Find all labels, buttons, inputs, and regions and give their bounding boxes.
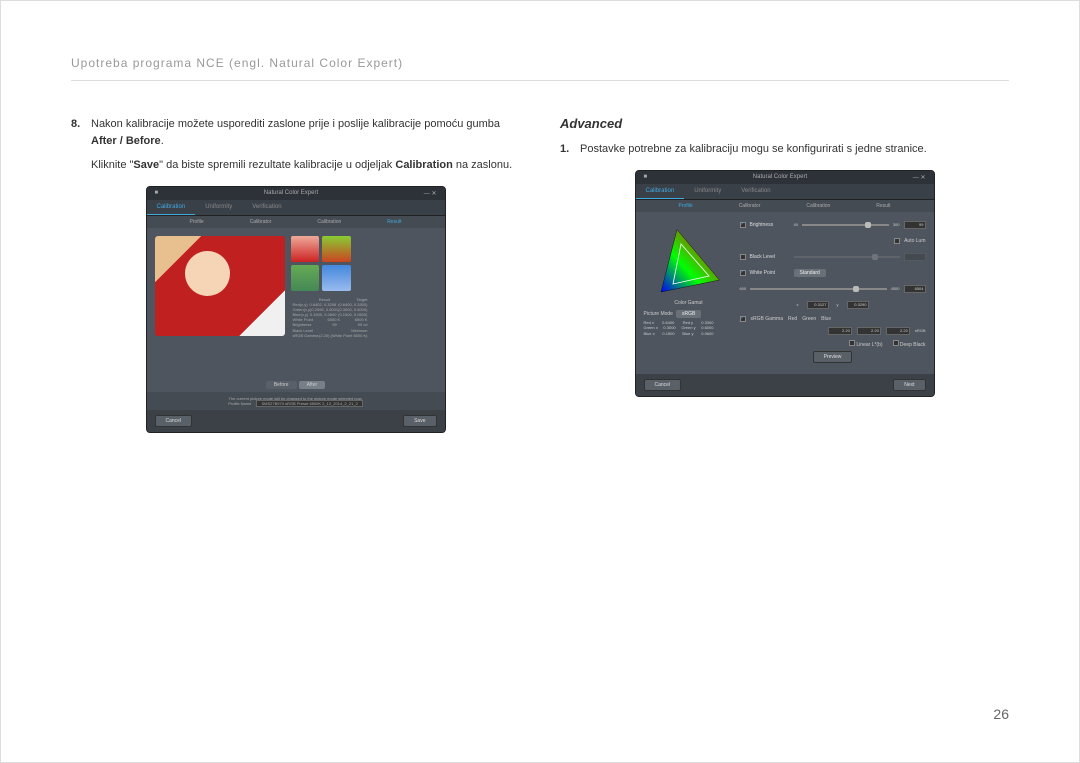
preview-image [155,236,285,336]
save-button[interactable]: Save [403,415,436,427]
blacklevel-label: Black Level [750,254,790,260]
deep-label: Deep Black [900,342,926,348]
tab-uniformity[interactable]: Uniformity [684,184,731,199]
profile-name-input[interactable]: SMS27B970 sRGB Preset 6500K 2_12_2014_2_… [256,400,362,407]
x-value[interactable]: 0.3127 [807,301,829,309]
text: Kliknite " [91,159,133,171]
cancel-button[interactable]: Cancel [644,379,682,391]
srgb-checkbox[interactable] [740,316,746,322]
blacklevel-value[interactable] [904,253,926,261]
kelvin-slider[interactable] [750,288,886,290]
text: na zaslonu. [453,159,512,171]
brightness-value[interactable]: 99 [904,221,926,229]
brightness-slider[interactable] [802,224,889,226]
color-gamut-chart [644,220,734,300]
bold-save: Save [133,159,159,171]
text: " da biste spremili rezultate kalibracij… [159,159,395,171]
subtab-calibrator[interactable]: Calibrator [250,219,272,225]
window-icon: ■ [155,190,159,196]
picture-mode-dropdown[interactable]: sRGB [676,310,701,318]
preview-button[interactable]: Preview [813,351,853,363]
subtab-calibration[interactable]: Calibration [806,203,830,209]
page-header: Upotreba programa NCE (engl. Natural Col… [71,56,1009,81]
thumbnail-grid [291,236,351,291]
whitepoint-label: White Point [750,270,790,276]
text: . [161,135,164,147]
profile-name-label: Profile Name [228,401,251,406]
green-label: Green [802,316,816,322]
subtab-result[interactable]: Result [387,219,401,225]
whitepoint-dropdown[interactable]: Standard [794,269,826,277]
subtab-calibration[interactable]: Calibration [317,219,341,225]
blue-gamma[interactable]: 2.20 [886,327,910,335]
left-column: 8. Nakon kalibracije možete usporediti z… [71,116,520,433]
autolum-checkbox[interactable] [894,238,900,244]
window-icon: ■ [644,174,648,180]
section-advanced: Advanced [560,116,1009,131]
subtab-profile[interactable]: Profile [190,219,204,225]
deep-checkbox[interactable] [893,340,899,346]
tab-verification[interactable]: Verification [242,200,291,215]
blacklevel-checkbox[interactable] [740,254,746,260]
subtab-profile[interactable]: Profile [679,203,693,209]
list-text-1: Postavke potrebne za kalibraciju mogu se… [580,141,1009,158]
after-button[interactable]: After [299,381,326,389]
tab-verification[interactable]: Verification [731,184,780,199]
red-label: Red [788,316,797,322]
srgb-label: sRGB Gamma [751,316,784,322]
thumb-4[interactable] [322,265,351,291]
whitepoint-checkbox[interactable] [740,270,746,276]
kelvin-value[interactable]: 6504 [904,285,926,293]
before-button[interactable]: Before [266,381,297,389]
brightness-checkbox[interactable] [740,222,746,228]
thumb-2[interactable] [322,236,351,262]
result-table: ResultTarget Red(x,y)0.6402, 0.3298(0.64… [291,295,370,370]
linear-checkbox[interactable] [849,340,855,346]
list-number: 1. [560,141,574,158]
cancel-button[interactable]: Cancel [155,415,193,427]
indent-text: Kliknite "Save" da biste spremili rezult… [91,157,520,174]
tab-calibration[interactable]: Calibration [636,184,685,199]
green-gamma[interactable]: 2.20 [857,327,881,335]
window-title: Natural Color Expert [753,174,807,180]
text: Nakon kalibracije možete usporediti zasl… [91,118,500,130]
bold-after-before: After / Before [91,135,161,147]
right-column: Advanced 1. Postavke potrebne za kalibra… [560,116,1009,433]
brightness-label: Brightness [750,222,790,228]
subtab-result[interactable]: Result [876,203,890,209]
tab-calibration[interactable]: Calibration [147,200,196,215]
bold-calibration: Calibration [395,159,452,171]
linear-label: Linear L*(b) [856,342,882,348]
page-number: 26 [993,706,1009,722]
subtab-calibrator[interactable]: Calibrator [739,203,761,209]
color-gamut-label: Color Gamut [644,300,734,306]
window-title: Natural Color Expert [264,190,318,196]
tab-uniformity[interactable]: Uniformity [195,200,242,215]
thumb-1[interactable] [291,236,320,262]
blacklevel-slider[interactable] [794,256,900,258]
next-button[interactable]: Next [893,379,925,391]
blue-label: Blue [821,316,831,322]
y-value[interactable]: 0.3290 [847,301,869,309]
list-text-8: Nakon kalibracije možete usporediti zasl… [91,116,520,149]
autolum-label: Auto Lum [904,238,925,244]
thumb-3[interactable] [291,265,320,291]
picture-mode-label: Picture Mode [644,311,673,317]
red-gamma[interactable]: 2.20 [828,327,852,335]
window-controls: — ✕ [424,190,437,197]
list-number: 8. [71,116,85,149]
screenshot-advanced: ■ Natural Color Expert — ✕ Calibration U… [635,170,935,397]
screenshot-result: ■ Natural Color Expert — ✕ Calibration U… [146,186,446,433]
coordinate-table: Red x0.6400Red y0.3300 Green x0.3000Gree… [644,320,714,337]
window-controls: — ✕ [913,174,926,181]
